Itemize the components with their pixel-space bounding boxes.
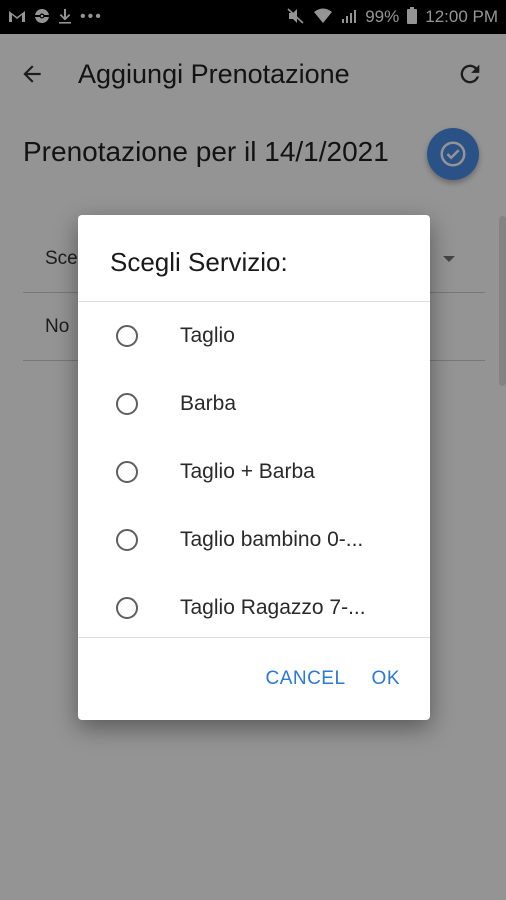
service-option-label: Barba — [180, 392, 237, 415]
dialog-actions: CANCEL OK — [257, 638, 430, 720]
service-option-label: Taglio — [180, 324, 235, 347]
service-option[interactable]: Taglio — [78, 302, 430, 370]
radio-button[interactable] — [116, 461, 138, 483]
service-option[interactable]: Barba — [78, 370, 430, 438]
service-option-label: Taglio bambino 0-... — [180, 528, 364, 551]
dialog-title: Scegli Servizio: — [110, 247, 288, 277]
radio-button[interactable] — [116, 325, 138, 347]
service-option-label: Taglio + Barba — [180, 460, 315, 483]
service-option[interactable]: Taglio + Barba — [78, 438, 430, 506]
service-option[interactable]: Taglio bambino 0-... — [78, 506, 430, 574]
cancel-button[interactable]: CANCEL — [257, 658, 353, 700]
radio-button[interactable] — [116, 529, 138, 551]
service-options-list: Taglio Barba Taglio + Barba Taglio bambi… — [78, 302, 430, 637]
radio-button[interactable] — [116, 393, 138, 415]
service-option-label: Taglio Ragazzo 7-... — [180, 596, 366, 619]
choose-service-dialog: Scegli Servizio: Taglio Barba Taglio + B… — [78, 215, 430, 720]
radio-button[interactable] — [116, 597, 138, 619]
service-option[interactable]: Taglio Ragazzo 7-... — [78, 574, 430, 637]
ok-button[interactable]: OK — [364, 658, 408, 700]
